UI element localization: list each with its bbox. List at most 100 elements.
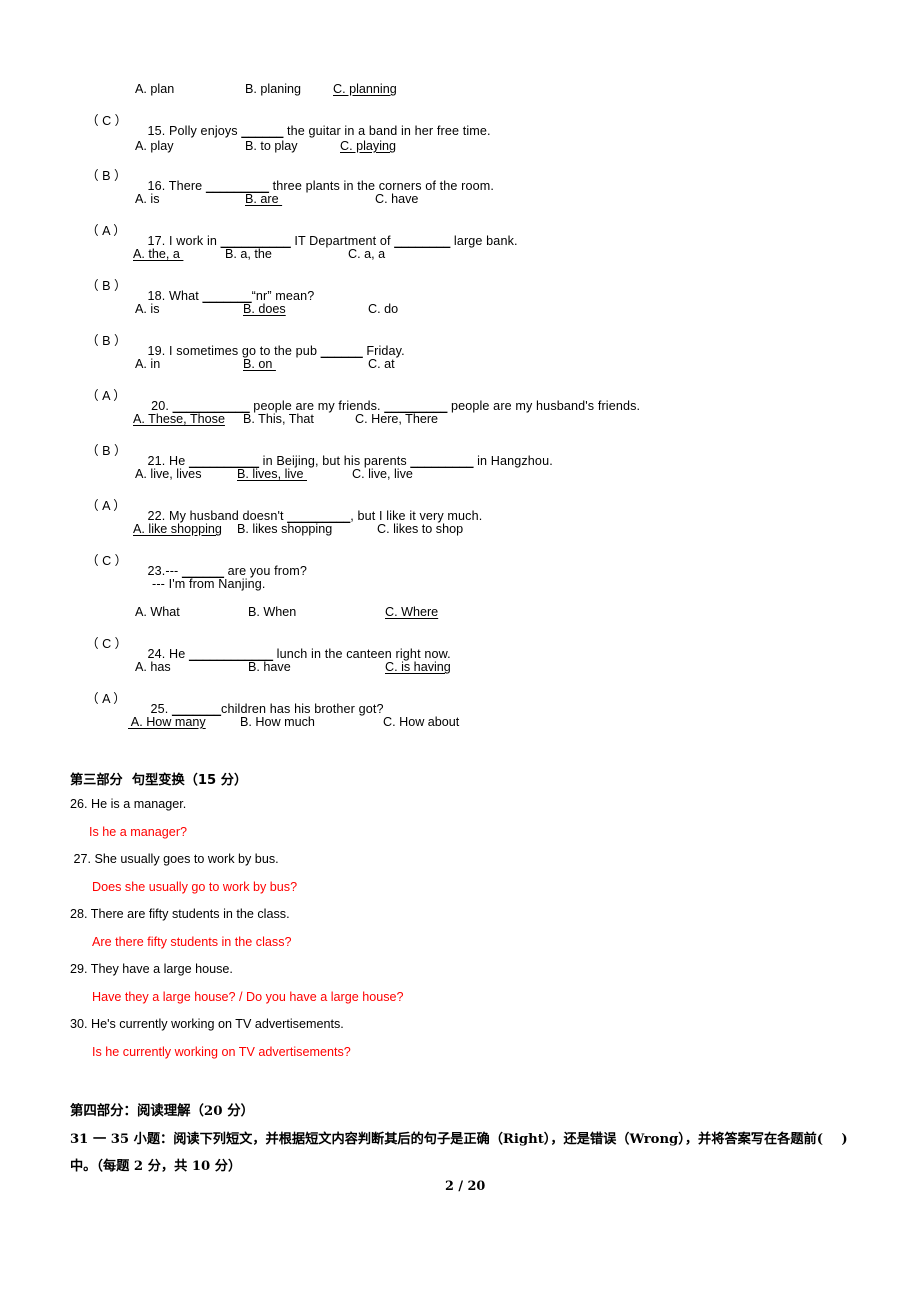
- answer-marker-q17: （ A ）: [86, 224, 126, 238]
- option-q14-c: C. planning: [333, 82, 397, 96]
- answer-marker-q24: （ C ）: [86, 637, 128, 651]
- stem-text-mid: people are my friends.: [249, 399, 385, 413]
- stem-blank-2: ________: [394, 234, 451, 248]
- stem-blank: _________: [205, 179, 269, 193]
- stem-text: 21. He: [147, 454, 189, 468]
- stem-blank: _________: [287, 509, 351, 523]
- stem-text-post: “nr” mean?: [251, 289, 315, 303]
- stem-text-post: , but I like it very much.: [350, 509, 483, 523]
- transform-answer-26: Is he a manager?: [89, 825, 188, 839]
- option-q22-a: A. like shopping: [133, 522, 222, 536]
- answer-marker-q16: （ B ）: [86, 169, 127, 183]
- stem-blank: ___________: [172, 399, 250, 413]
- option-q20-b: B. This, That: [243, 412, 314, 426]
- option-q19-a: A. in: [135, 357, 161, 371]
- stem-blank: ______: [320, 344, 363, 358]
- answer-marker-q20: （ A ）: [86, 389, 126, 403]
- part-three-heading: 第三部分 句型变换（15 分）: [70, 773, 248, 788]
- option-q14-a: A. plan: [135, 82, 175, 96]
- option-q15-a: A. play: [135, 139, 174, 153]
- transform-answer-27: Does she usually go to work by bus?: [92, 880, 298, 894]
- question-stem-q17: 17. I work in __________ IT Department o…: [133, 220, 518, 262]
- stem-text: 22. My husband doesn't: [147, 509, 288, 523]
- stem-blank: _______: [172, 702, 222, 716]
- option-q25-b: B. How much: [240, 715, 315, 729]
- stem-blank: ______: [181, 564, 225, 578]
- stem-text: 23.---: [147, 564, 182, 578]
- transform-question-29: 29. They have a large house.: [70, 962, 233, 976]
- answer-marker-q23: （ C ）: [86, 554, 128, 568]
- option-q17-a: A. the, a: [133, 247, 184, 261]
- option-q25-c: C. How about: [383, 715, 460, 729]
- stem-text: 18. What: [147, 289, 203, 303]
- answer-marker-q21: （ B ）: [86, 444, 127, 458]
- question-stem-q16: 16. There _________ three plants in the …: [133, 165, 494, 207]
- stem-text-post: Friday.: [362, 344, 405, 358]
- stem-text-post: in Hangzhou.: [473, 454, 553, 468]
- stem-text-post: the guitar in a band in her free time.: [283, 124, 491, 138]
- option-q19-c: C. at: [368, 357, 395, 371]
- answer-marker-q15: （ C ）: [86, 114, 128, 128]
- option-q15-c: C. playing: [340, 139, 397, 153]
- transform-question-30: 30. He's currently working on TV adverti…: [70, 1017, 344, 1031]
- option-q21-b: B. lives, live: [237, 467, 307, 481]
- stem-text: 19. I sometimes go to the pub: [147, 344, 321, 358]
- option-q22-b: B. likes shopping: [237, 522, 333, 536]
- stem-text-post: lunch in the canteen right now.: [273, 647, 451, 661]
- stem-text: 15. Polly enjoys: [147, 124, 242, 138]
- stem-text-post: three plants in the corners of the room.: [268, 179, 494, 193]
- page-number-footer: 2 / 20: [445, 1179, 486, 1194]
- option-q25-a: A. How many: [128, 715, 206, 729]
- option-q20-a: A. These, Those: [133, 412, 225, 426]
- stem-blank-2: _________: [410, 454, 474, 468]
- option-q18-a: A. is: [135, 302, 160, 316]
- part-four-instruction-line1: 31 一 35 小题：阅读下列短文，并根据短文内容判断其后的句子是正确（Righ…: [70, 1132, 848, 1147]
- stem-blank: ______: [241, 124, 284, 138]
- stem-text: 24. He: [147, 647, 189, 661]
- option-q23-c: C. Where: [385, 605, 439, 619]
- option-q14-b: B. planing: [245, 82, 302, 96]
- stem-text-mid: in Beijing, but his parents: [259, 454, 411, 468]
- stem-blank-2: _________: [384, 399, 448, 413]
- stem-text-post: large bank.: [450, 234, 518, 248]
- question-stem-q15: 15. Polly enjoys ______ the guitar in a …: [133, 110, 491, 152]
- transform-answer-28: Are there fifty students in the class?: [92, 935, 292, 949]
- option-q16-c: C. have: [375, 192, 419, 206]
- option-q23-b: B. When: [248, 605, 297, 619]
- option-q21-c: C. live, live: [352, 467, 413, 481]
- stem-text: 16. There: [147, 179, 206, 193]
- option-q17-b: B. a, the: [225, 247, 272, 261]
- option-q24-c: C. is having: [385, 660, 451, 674]
- answer-marker-q18: （ B ）: [86, 279, 127, 293]
- option-q21-a: A. live, lives: [135, 467, 202, 481]
- stem-text: 20.: [147, 399, 173, 413]
- question-stem-q23-line2: --- I'm from Nanjing.: [152, 577, 266, 591]
- transform-question-27: 27. She usually goes to work by bus.: [70, 852, 279, 866]
- stem-text-mid: IT Department of: [290, 234, 395, 248]
- option-q15-b: B. to play: [245, 139, 298, 153]
- option-q16-a: A. is: [135, 192, 160, 206]
- stem-text-post: people are my husband's friends.: [447, 399, 641, 413]
- option-q24-b: B. have: [248, 660, 291, 674]
- option-q17-c: C. a, a: [348, 247, 386, 261]
- transform-question-28: 28. There are fifty students in the clas…: [70, 907, 290, 921]
- part-four-heading: 第四部分：阅读理解（20 分）: [70, 1103, 254, 1119]
- stem-blank: ____________: [189, 647, 274, 661]
- exam-page: A. plan B. planing C. planning （ C ） 15.…: [0, 0, 920, 1300]
- transform-answer-29: Have they a large house? / Do you have a…: [92, 990, 404, 1004]
- stem-text: 17. I work in: [147, 234, 221, 248]
- transform-answer-30: Is he currently working on TV advertisem…: [92, 1045, 351, 1059]
- stem-text-post: are you from?: [224, 564, 307, 578]
- answer-marker-q22: （ A ）: [86, 499, 126, 513]
- option-q19-b: B. on: [243, 357, 276, 371]
- stem-text: 25.: [150, 702, 173, 716]
- option-q23-a: A. What: [135, 605, 180, 619]
- option-q18-c: C. do: [368, 302, 399, 316]
- part-four-instruction-line2: 中。（每题 2 分，共 10 分）: [70, 1159, 242, 1174]
- stem-text-post: children has his brother got?: [221, 702, 384, 716]
- option-q24-a: A. has: [135, 660, 171, 674]
- option-q20-c: C. Here, There: [355, 412, 439, 426]
- option-q22-c: C. likes to shop: [377, 522, 464, 536]
- stem-blank: __________: [220, 234, 291, 248]
- stem-blank: _______: [202, 289, 252, 303]
